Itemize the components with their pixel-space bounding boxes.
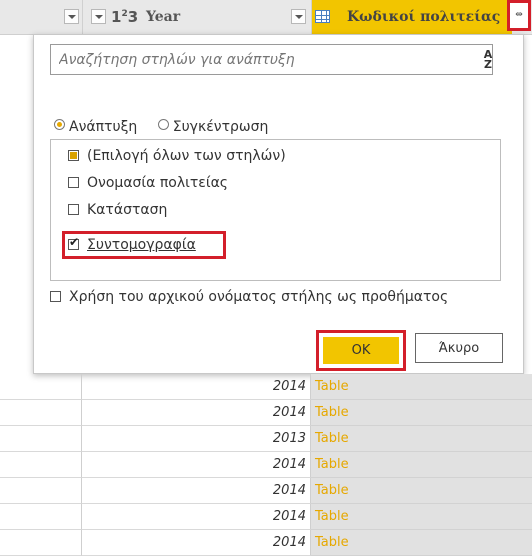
row-cell[interactable] (0, 478, 82, 504)
radio-aggregate-label[interactable]: Συγκέντρωση (173, 119, 269, 135)
year-cell[interactable]: 2014 (82, 452, 311, 478)
table-row: 2013 Table (0, 426, 532, 452)
year-cell[interactable]: 2014 (82, 530, 311, 556)
checkbox-select-all[interactable] (68, 150, 79, 161)
year-cell[interactable]: 2014 (82, 504, 311, 530)
checkbox-use-prefix[interactable] (50, 291, 61, 302)
table-link-cell[interactable]: Table (311, 374, 532, 400)
number-type-icon[interactable]: 123 (111, 8, 138, 26)
search-columns-input[interactable] (50, 44, 493, 75)
ok-button[interactable]: OK (323, 337, 399, 364)
table-row: 2014 Table (0, 530, 532, 556)
table-row: 2014 Table (0, 452, 532, 478)
year-dropdown-button[interactable] (291, 9, 306, 24)
table-row: 2014 Table (0, 478, 532, 504)
expand-icon: ⇹ (515, 10, 523, 20)
table-link-cell[interactable]: Table (311, 504, 532, 530)
list-item-label: (Επιλογή όλων των στηλών) (87, 148, 286, 164)
table-row: 2014 Table (0, 374, 532, 400)
list-item-label: Κατάσταση (87, 202, 168, 218)
highlight-box-ok: OK (316, 330, 406, 371)
year-column-label: Year (146, 9, 181, 25)
radio-aggregate[interactable] (157, 119, 169, 130)
row-cell[interactable] (0, 452, 82, 478)
prefix-option[interactable]: Χρήση του αρχικού ονόματος στήλης ως προ… (50, 289, 448, 305)
year-cell[interactable]: 2014 (82, 478, 311, 504)
row-cell[interactable] (0, 374, 82, 400)
data-grid: 2014 Table 2014 Table 2013 Table 2014 Ta… (0, 374, 532, 556)
expand-columns-popup: AZ Ανάπτυξη Συγκέντρωση (Επιλογή όλων τω… (33, 34, 524, 374)
table-row: 2014 Table (0, 400, 532, 426)
prefix-label: Χρήση του αρχικού ονόματος στήλης ως προ… (69, 289, 449, 305)
list-item-state-name[interactable]: Ονομασία πολιτείας (68, 175, 228, 191)
radio-expand-label[interactable]: Ανάπτυξη (69, 119, 137, 135)
year-cell[interactable]: 2014 (82, 400, 311, 426)
year-cell[interactable]: 2014 (82, 374, 311, 400)
row-cell[interactable] (0, 400, 82, 426)
columns-list: (Επιλογή όλων των στηλών) Ονομασία πολιτ… (50, 139, 501, 281)
table-link-cell[interactable]: Table (311, 426, 532, 452)
table-link-cell[interactable]: Table (311, 452, 532, 478)
row-cell[interactable] (0, 426, 82, 452)
list-item-status[interactable]: Κατάσταση (68, 202, 167, 218)
checkbox-state-name[interactable] (68, 177, 79, 188)
expand-column-button[interactable]: ⇹ (507, 0, 531, 31)
row-cell[interactable] (0, 504, 82, 530)
highlight-box-abbreviation (62, 231, 226, 259)
column-header-row: 123 Year Κωδικοί πολιτείας ⇹ (0, 0, 532, 35)
list-item-label: Ονομασία πολιτείας (87, 175, 229, 191)
year-filter-dropdown[interactable] (91, 9, 106, 24)
list-item-select-all[interactable]: (Επιλογή όλων των στηλών) (68, 148, 286, 164)
radio-expand[interactable] (54, 119, 65, 130)
table-link-cell[interactable]: Table (311, 400, 532, 426)
table-link-cell[interactable]: Table (311, 478, 532, 504)
mode-radio-group: Ανάπτυξη Συγκέντρωση (54, 119, 284, 135)
table-type-icon[interactable] (315, 10, 330, 23)
table-link-cell[interactable]: Table (311, 530, 532, 556)
year-cell[interactable]: 2013 (82, 426, 311, 452)
cancel-button[interactable]: Άκυρο (415, 333, 503, 363)
row-cell[interactable] (0, 530, 82, 556)
column-filter-dropdown[interactable] (64, 9, 79, 24)
sort-az-icon[interactable]: AZ (478, 49, 498, 72)
state-codes-column-label: Κωδικοί πολιτείας (347, 9, 501, 25)
table-row: 2014 Table (0, 504, 532, 530)
column-header-prev (0, 0, 83, 34)
checkbox-status[interactable] (68, 204, 79, 215)
